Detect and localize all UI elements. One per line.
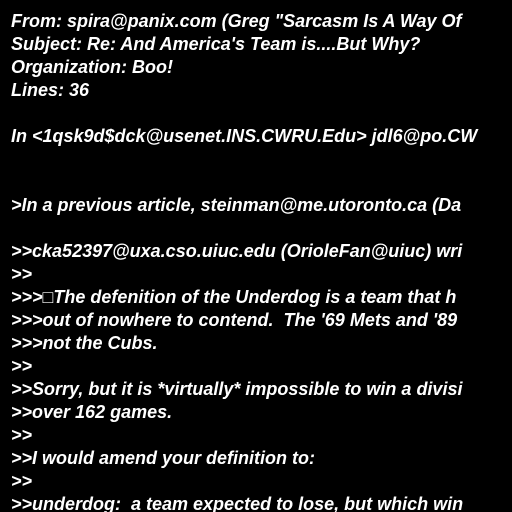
quoted-body-line: >> <box>11 264 33 284</box>
quoted-body-line: >>I would amend your definition to: <box>11 448 316 468</box>
quoted-attribution-line: >In a previous article, steinman@me.utor… <box>11 195 462 215</box>
quoted-body-line: >>>□The defenition of the Underdog is a … <box>11 287 457 307</box>
header-organization-line: Organization: Boo! <box>11 57 173 77</box>
header-subject-line: Subject: Re: And America's Team is....Bu… <box>11 34 421 54</box>
quoted-body-line: >> <box>11 471 33 491</box>
reference-line: In <1qsk9d$dck@usenet.INS.CWRU.Edu> jdl6… <box>11 126 478 146</box>
email-document-page: From: spira@panix.com (Greg "Sarcasm Is … <box>0 0 512 512</box>
quoted-attribution-line: >>cka52397@uxa.cso.uiuc.edu (OrioleFan@u… <box>11 241 463 261</box>
quoted-body-line: >> <box>11 425 33 445</box>
quoted-body-line: >> <box>11 356 33 376</box>
quoted-body-line: >>underdog: a team expected to lose, but… <box>11 494 464 512</box>
header-from-line: From: spira@panix.com (Greg "Sarcasm Is … <box>11 11 462 31</box>
quoted-body-line: >>>out of nowhere to contend. The '69 Me… <box>11 310 458 330</box>
quoted-body-line: >>>not the Cubs. <box>11 333 158 353</box>
quoted-body-line: >>Sorry, but it is *virtually* impossibl… <box>11 379 463 399</box>
quoted-body-line: >>over 162 games. <box>11 402 173 422</box>
header-lines-count: Lines: 36 <box>11 80 90 100</box>
